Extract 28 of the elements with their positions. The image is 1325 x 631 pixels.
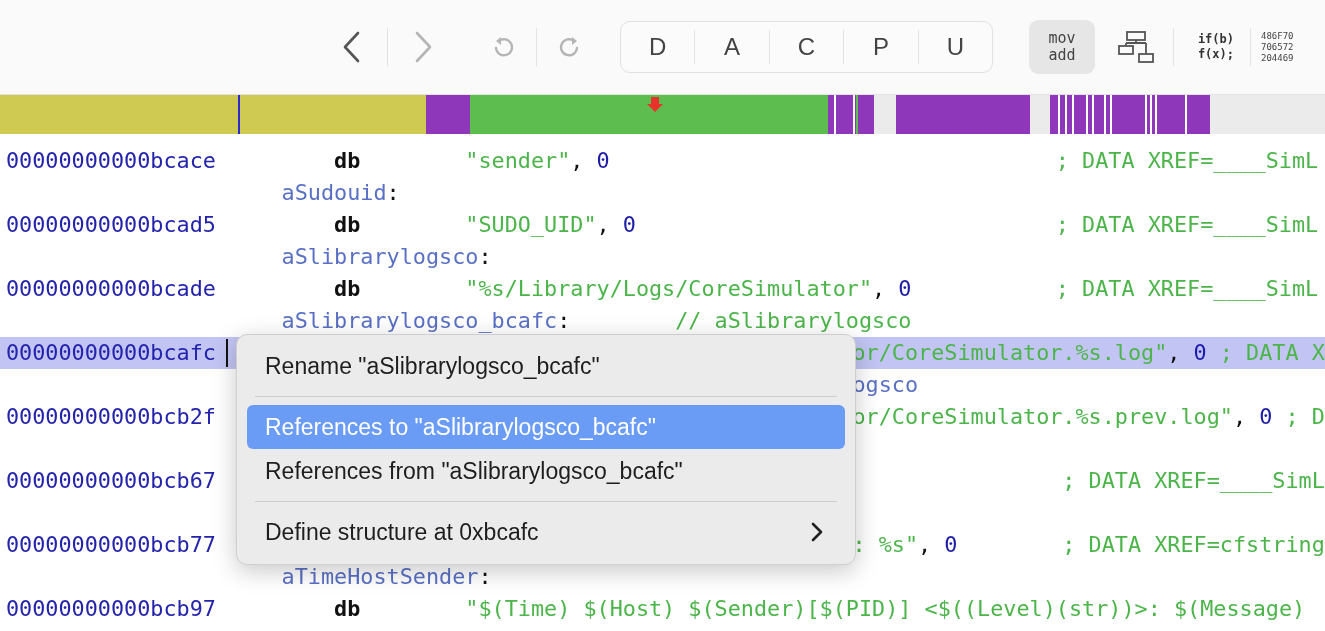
operand: "SUDO_UID", 0 <box>465 211 637 239</box>
label: aSlibrarylogsco_bcafc: <box>281 307 572 335</box>
address: 00000000000bcade <box>6 275 216 303</box>
label: aTimeHostSender: <box>281 563 493 591</box>
address: 00000000000bcb97 <box>6 595 216 623</box>
operand: or/CoreSimulator.%s.prev.log", 0 <box>852 403 1273 431</box>
comment: ; DATA XREF=____SimL <box>1055 147 1319 175</box>
comment: ; D <box>1285 403 1325 431</box>
operand: "%s/Library/Logs/CoreSimulator", 0 <box>465 275 913 303</box>
comment: ; DATA XREF=____SimL <box>1055 275 1319 303</box>
mnemonic: db <box>334 211 362 239</box>
operand: "sender", 0 <box>465 147 611 175</box>
comment: ; DATA XREF=____SimL <box>1055 211 1319 239</box>
comment: ; DATA X <box>1219 339 1325 367</box>
address: 00000000000bcad5 <box>6 211 216 239</box>
label: aSudouid: <box>281 179 401 207</box>
comment: ; DATA XREF=cfstring <box>1062 531 1325 559</box>
operand: : %s", 0 <box>852 531 959 559</box>
operand: "$(Time) $(Host) $(Sender)[$(PID)] <$((Level)(str))>: $(Message) <box>465 595 1306 623</box>
mnemonic: db <box>334 275 362 303</box>
address: 00000000000bcafc <box>6 339 216 367</box>
address: 00000000000bcace <box>6 147 216 175</box>
operand: or/CoreSimulator.%s.log", 0 <box>852 339 1207 367</box>
address: 00000000000bcb77 <box>6 531 216 559</box>
label: aSlibrarylogsco: <box>281 243 493 271</box>
mnemonic: db <box>334 595 362 623</box>
comment: // aSlibrarylogsco <box>675 307 912 335</box>
mnemonic: db <box>334 147 362 175</box>
